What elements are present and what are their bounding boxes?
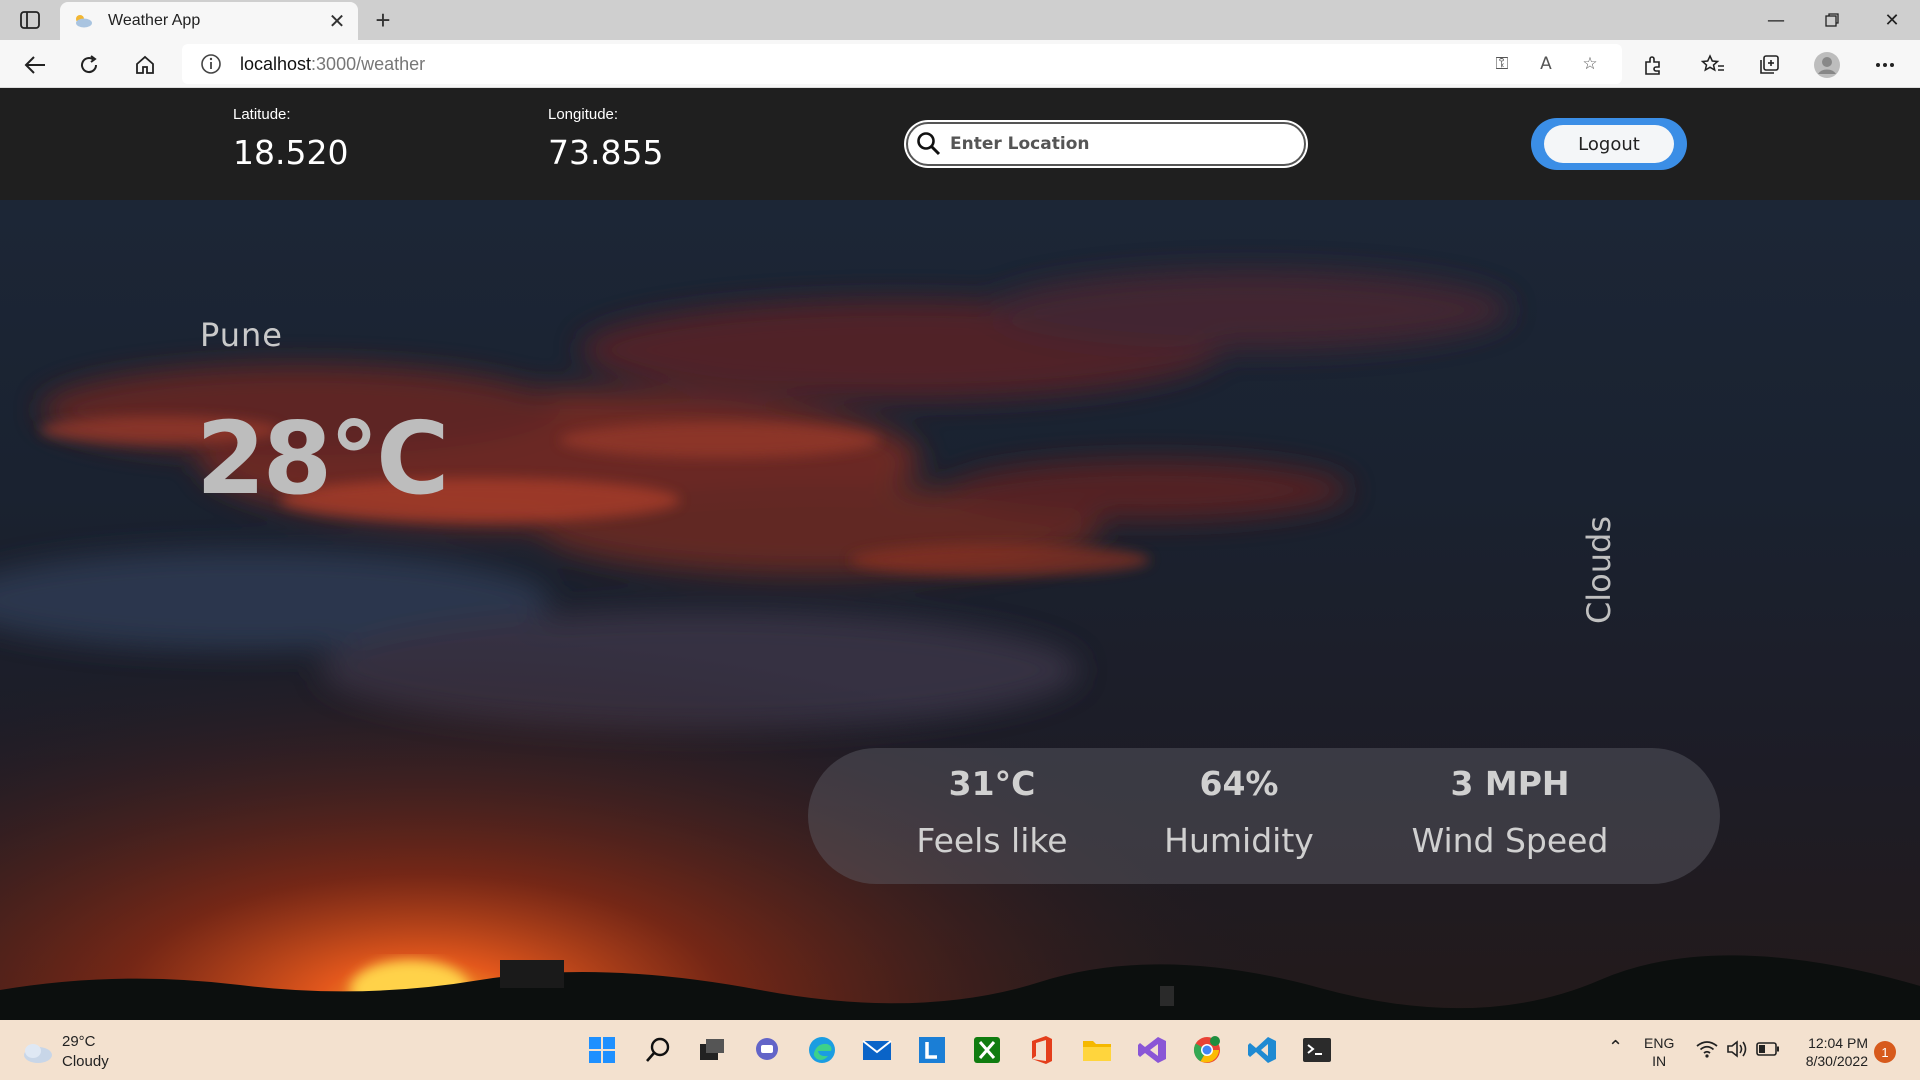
latitude-block: Latitude: 18.520 (233, 106, 348, 172)
taskbar-weather-temp: 29°C (62, 1033, 96, 1050)
latitude-label: Latitude: (233, 106, 291, 123)
search-icon[interactable] (640, 1032, 676, 1068)
sunset-background-image (0, 200, 1920, 1020)
windows-start-icon[interactable] (584, 1032, 620, 1068)
favorites-icon[interactable] (1696, 48, 1730, 82)
teams-chat-icon[interactable] (749, 1032, 785, 1068)
wifi-icon[interactable] (1696, 1040, 1718, 1062)
taskbar-weather-widget[interactable]: 29°C Cloudy (20, 1032, 109, 1072)
tab-actions-icon[interactable] (18, 8, 42, 32)
wind-speed-label: Wind Speed (1411, 821, 1609, 860)
restore-icon[interactable] (1804, 0, 1860, 40)
add-favorite-icon[interactable]: ☆ (1578, 52, 1602, 76)
edge-icon[interactable] (804, 1032, 840, 1068)
close-tab-icon[interactable]: ✕ (324, 8, 350, 34)
close-window-icon[interactable]: ✕ (1864, 0, 1920, 40)
password-key-icon[interactable]: ⚿ (1490, 52, 1514, 76)
browser-tab-bar: Weather App ✕ + — ✕ (0, 0, 1920, 40)
longitude-value: 73.855 (548, 133, 664, 172)
vscode-icon[interactable] (1244, 1032, 1280, 1068)
location-search-box[interactable] (906, 122, 1306, 166)
logout-label: Logout (1544, 125, 1674, 163)
longitude-block: Longitude: 73.855 (548, 106, 663, 172)
notification-badge[interactable]: 1 (1874, 1041, 1896, 1063)
humidity-value: 64% (1199, 764, 1279, 803)
extensions-icon[interactable] (1636, 48, 1670, 82)
battery-icon[interactable] (1756, 1042, 1780, 1060)
office-icon[interactable] (1024, 1032, 1060, 1068)
weather-hero: Pune 28°C Clouds 31°C Feels like 64% Hum… (0, 200, 1920, 1020)
file-explorer-icon[interactable] (1079, 1032, 1115, 1068)
l-app-icon[interactable] (914, 1032, 950, 1068)
taskbar-weather-desc: Cloudy (62, 1053, 109, 1070)
weather-stats-panel: 31°C Feels like 64% Humidity 3 MPH Wind … (808, 748, 1720, 884)
feels-like-label: Feels like (916, 821, 1068, 860)
clock[interactable]: 12:04 PM 8/30/2022 (1796, 1034, 1868, 1070)
mail-icon[interactable] (859, 1032, 895, 1068)
site-info-icon[interactable] (200, 53, 222, 75)
more-options-icon[interactable] (1868, 48, 1902, 82)
read-aloud-icon[interactable]: A (1534, 52, 1558, 76)
show-hidden-icons[interactable]: ⌃ (1608, 1038, 1623, 1056)
latitude-value: 18.520 (233, 133, 349, 172)
volume-icon[interactable] (1726, 1040, 1748, 1062)
cloudy-icon (24, 1044, 52, 1063)
longitude-label: Longitude: (548, 106, 619, 123)
feels-like-stat: 31°C Feels like (892, 764, 1092, 860)
task-view-icon[interactable] (694, 1032, 730, 1068)
xbox-icon[interactable] (969, 1032, 1005, 1068)
home-icon[interactable] (128, 48, 162, 82)
refresh-icon[interactable] (72, 48, 106, 82)
app-header: Latitude: 18.520 Longitude: 73.855 Logou… (0, 88, 1920, 200)
weather-condition: Clouds (1580, 515, 1618, 625)
city-name: Pune (200, 316, 283, 354)
wind-speed-stat: 3 MPH Wind Speed (1410, 764, 1610, 860)
logout-button[interactable]: Logout (1531, 118, 1687, 170)
tab-title: Weather App (108, 12, 201, 29)
search-icon (917, 132, 941, 156)
minimize-icon[interactable]: — (1748, 0, 1804, 40)
wind-speed-value: 3 MPH (1450, 764, 1570, 803)
feels-like-value: 31°C (948, 764, 1036, 803)
visual-studio-icon[interactable] (1134, 1032, 1170, 1068)
collections-icon[interactable] (1752, 48, 1786, 82)
terminal-icon[interactable] (1299, 1032, 1335, 1068)
profile-avatar-icon[interactable] (1810, 48, 1844, 82)
chrome-icon[interactable] (1189, 1032, 1225, 1068)
weather-favicon-icon (76, 15, 92, 28)
language-code: ENG (1644, 1035, 1675, 1051)
browser-tab[interactable]: Weather App ✕ (60, 2, 358, 40)
address-bar[interactable]: localhost:3000/weather ⚿ A ☆ (182, 44, 1622, 84)
new-tab-icon[interactable]: + (368, 5, 398, 35)
clock-time: 12:04 PM (1808, 1035, 1868, 1051)
url-text: localhost:3000/weather (240, 53, 426, 74)
current-temperature: 28°C (196, 400, 450, 517)
humidity-stat: 64% Humidity (1139, 764, 1339, 860)
location-search-input[interactable] (950, 134, 1270, 154)
back-arrow-icon[interactable] (18, 48, 52, 82)
browser-nav-bar: localhost:3000/weather ⚿ A ☆ (0, 40, 1920, 88)
clock-date: 8/30/2022 (1805, 1053, 1868, 1069)
language-indicator[interactable]: ENG IN (1644, 1034, 1674, 1070)
humidity-label: Humidity (1164, 821, 1314, 860)
windows-taskbar: 29°C Cloudy ⌃ ENG IN 12:04 PM 8/30/2022 … (0, 1020, 1920, 1080)
region-code: IN (1652, 1053, 1667, 1069)
